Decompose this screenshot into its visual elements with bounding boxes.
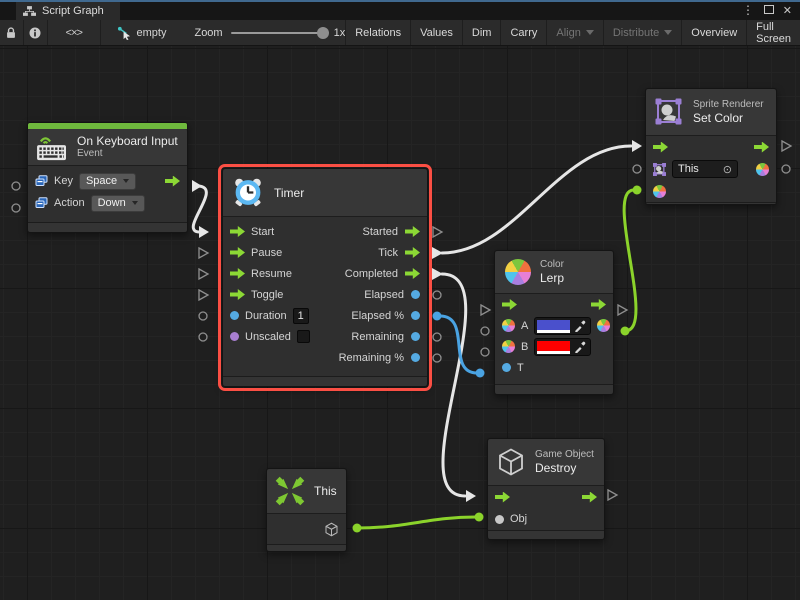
flow-in-arrow-icon[interactable] [495, 492, 510, 503]
flow-in-arrow-icon[interactable] [230, 247, 245, 258]
port-label-key: Key [54, 175, 73, 187]
flow-out-arrow-icon[interactable] [405, 268, 420, 279]
enum-icon [35, 197, 48, 209]
node-destroy[interactable]: Game Object Destroy Obj [487, 438, 605, 540]
port-setcolor-target-in[interactable] [633, 165, 641, 173]
unscaled-checkbox[interactable] [297, 330, 310, 343]
nodes-layer: On Keyboard Input Event Key Space Action… [0, 0, 800, 600]
value-port-icon[interactable] [502, 363, 511, 372]
port-lerp-b-in[interactable] [481, 348, 489, 356]
target-field[interactable]: This⊙ [672, 160, 738, 178]
value-port-icon[interactable] [411, 311, 420, 320]
node-color-lerp[interactable]: Color Lerp A B T [494, 250, 614, 395]
script-graph-window: Script Graph ⋮ ✕ <×> empty Zoom 1x Relat… [0, 0, 800, 600]
node-category: Game Object [535, 449, 594, 461]
port-lerp-t-in[interactable] [476, 369, 485, 378]
key-dropdown[interactable]: Space [79, 173, 136, 190]
port-timer-unscaled-in[interactable] [199, 333, 207, 341]
keyboard-icon [36, 133, 68, 161]
chevron-down-icon [123, 179, 129, 183]
value-port-icon[interactable] [230, 311, 239, 320]
flow-out-arrow-icon[interactable] [405, 226, 420, 237]
node-title: Destroy [535, 461, 594, 475]
node-footer [223, 376, 427, 386]
port-timer-duration-in[interactable] [199, 312, 207, 320]
node-title: On Keyboard Input [77, 134, 178, 148]
node-this[interactable]: This [266, 468, 347, 552]
value-port-icon[interactable] [411, 290, 420, 299]
flow-in-arrow-icon[interactable] [230, 226, 245, 237]
eyedropper-icon[interactable] [574, 341, 586, 353]
flow-in-arrow-icon[interactable] [230, 289, 245, 300]
duration-input[interactable]: 1 [293, 308, 309, 324]
port-label-obj: Obj [510, 513, 527, 525]
port-this-out[interactable] [353, 524, 362, 533]
node-title: This [314, 484, 337, 498]
game-object-out-port-icon[interactable] [324, 522, 339, 537]
node-title: Lerp [540, 271, 564, 285]
flow-out-arrow-icon[interactable] [582, 492, 597, 503]
port-timer-elapsed-out[interactable] [433, 291, 441, 299]
port-timer-remaining-out[interactable] [433, 333, 441, 341]
node-title: Timer [274, 186, 304, 200]
sprite-renderer-icon [654, 97, 684, 127]
game-object-icon [496, 447, 526, 477]
color-a-swatch[interactable] [537, 320, 570, 332]
node-footer [646, 202, 776, 204]
node-footer [267, 544, 346, 551]
node-subtitle: Event [77, 148, 178, 160]
flow-out-arrow-icon[interactable] [405, 247, 420, 258]
eyedropper-icon[interactable] [574, 320, 586, 332]
port-timer-remaining-percent-out[interactable] [433, 354, 441, 362]
port-setcolor-color-in[interactable] [633, 186, 642, 195]
node-footer [28, 222, 187, 232]
object-picker-icon[interactable]: ⊙ [723, 163, 732, 176]
color-port-icon[interactable] [597, 319, 610, 332]
flow-in-arrow-icon[interactable] [230, 268, 245, 279]
node-on-keyboard-input[interactable]: On Keyboard Input Event Key Space Action… [27, 122, 188, 233]
color-wheel-icon [505, 259, 531, 285]
port-lerp-color-out[interactable] [621, 327, 630, 336]
value-port-icon[interactable] [495, 515, 504, 524]
node-title: Set Color [693, 111, 764, 125]
color-b-swatch[interactable] [537, 341, 570, 353]
chevron-down-icon [132, 201, 138, 205]
event-exit-arrow-icon[interactable] [165, 176, 180, 187]
color-port-icon[interactable] [502, 319, 515, 332]
node-footer [488, 530, 604, 539]
node-footer [495, 384, 613, 394]
color-port-icon[interactable] [756, 163, 769, 176]
port-lerp-a-in[interactable] [481, 327, 489, 335]
action-dropdown[interactable]: Down [91, 195, 145, 212]
flow-out-arrow-icon[interactable] [591, 299, 606, 310]
node-sprite-renderer-set-color[interactable]: Sprite Renderer Set Color This⊙ [645, 88, 777, 205]
sprite-port-icon[interactable] [653, 163, 666, 176]
color-in-port-icon[interactable] [653, 185, 666, 198]
enum-icon [35, 175, 48, 187]
node-timer[interactable]: Timer Start Started Pause Tick Resume Co… [222, 168, 428, 387]
timer-icon [231, 176, 265, 209]
port-timer-elapsed-percent-out[interactable] [433, 312, 442, 321]
value-port-icon[interactable] [411, 332, 420, 341]
value-port-icon[interactable] [230, 332, 239, 341]
port-setcolor-value-out[interactable] [782, 165, 790, 173]
flow-in-arrow-icon[interactable] [502, 299, 517, 310]
port-keyboard-key-in[interactable] [12, 182, 20, 190]
port-label-action: Action [54, 197, 85, 209]
color-b-field[interactable] [534, 338, 591, 356]
flow-in-arrow-icon[interactable] [653, 142, 668, 153]
port-keyboard-action-in[interactable] [12, 204, 20, 212]
color-a-field[interactable] [534, 317, 591, 335]
node-category: Color [540, 259, 564, 271]
this-icon [275, 476, 305, 506]
value-port-icon[interactable] [411, 353, 420, 362]
port-destroy-obj-in[interactable] [475, 513, 484, 522]
flow-out-arrow-icon[interactable] [754, 142, 769, 153]
node-category: Sprite Renderer [693, 99, 764, 111]
color-port-icon[interactable] [502, 340, 515, 353]
